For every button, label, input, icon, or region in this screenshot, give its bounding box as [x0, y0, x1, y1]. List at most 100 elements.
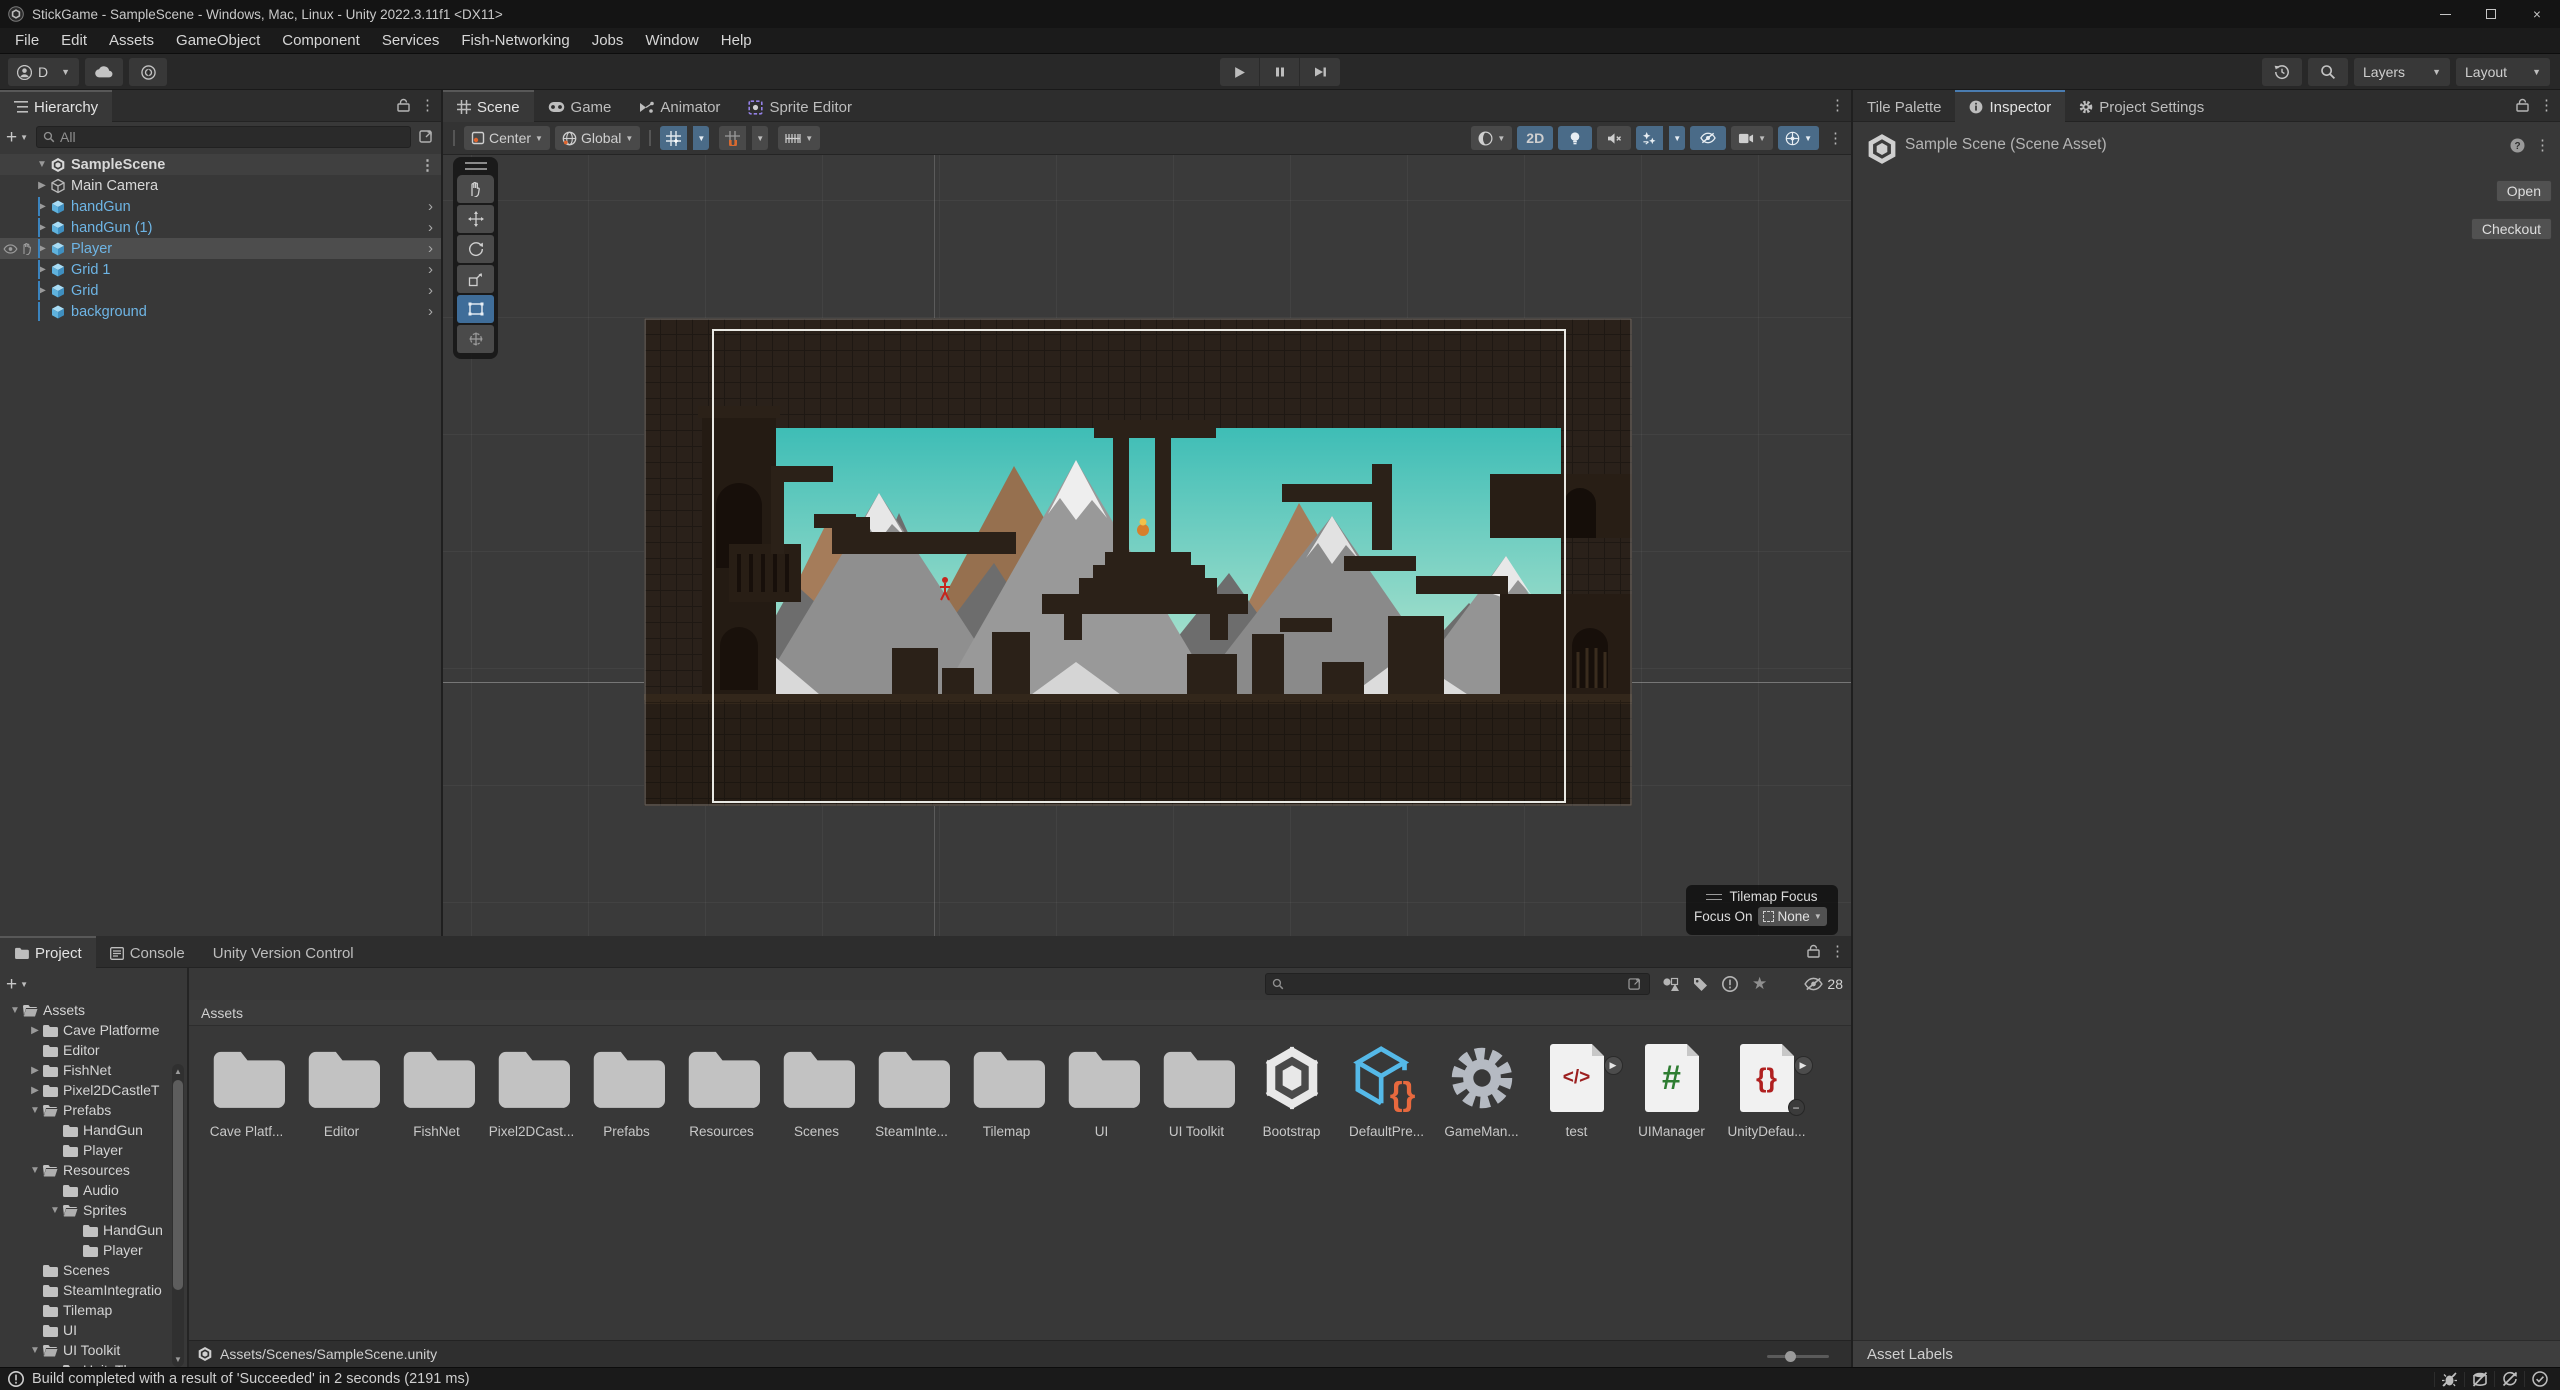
- foldout-collapsed-icon[interactable]: ▶: [34, 180, 50, 191]
- folder-tree-row[interactable]: ▶ Pixel2DCastleT: [0, 1080, 186, 1100]
- asset-item[interactable]: GameMan...: [1434, 1038, 1529, 1139]
- menu-item[interactable]: File: [4, 28, 50, 53]
- thumbnail-zoom-slider[interactable]: [1767, 1355, 1829, 1358]
- help-icon[interactable]: ?: [2510, 138, 2525, 153]
- project-search-input[interactable]: [1289, 976, 1623, 992]
- minimize-button[interactable]: [2422, 0, 2468, 28]
- lighting-toggle[interactable]: [1558, 126, 1592, 150]
- scene-picker-icon[interactable]: [419, 130, 435, 144]
- hierarchy-item[interactable]: background ›: [0, 301, 441, 322]
- undo-history-button[interactable]: [2262, 58, 2302, 86]
- foldout-collapsed-icon[interactable]: ▶: [34, 222, 50, 233]
- prefab-chevron-icon[interactable]: ›: [428, 219, 433, 236]
- project-search-box[interactable]: [1265, 973, 1650, 995]
- camera-preview-dropdown[interactable]: ▼: [1731, 126, 1773, 150]
- menu-item[interactable]: Window: [634, 28, 709, 53]
- debugger-toggle[interactable]: [2434, 1372, 2464, 1387]
- foldout-collapsed-icon[interactable]: ▶: [34, 285, 50, 296]
- scene-view-tab[interactable]: Scene: [443, 90, 534, 122]
- unity-id-button[interactable]: [129, 58, 167, 86]
- folder-tree-row[interactable]: ▼ Resources: [0, 1160, 186, 1180]
- close-button[interactable]: ×: [2514, 0, 2560, 28]
- effects-toggle[interactable]: [1636, 126, 1663, 150]
- drag-handle[interactable]: [1706, 894, 1722, 900]
- lock-icon[interactable]: [2516, 98, 2529, 112]
- asset-labels-section[interactable]: Asset Labels: [1853, 1340, 2560, 1367]
- search-everything-button[interactable]: [2308, 58, 2348, 86]
- folder-tree-row[interactable]: ▼ Prefabs: [0, 1100, 186, 1120]
- folder-tree-row[interactable]: Player: [0, 1240, 186, 1260]
- transform-tool-button[interactable]: [457, 325, 494, 353]
- search-by-type-icon[interactable]: [1662, 977, 1679, 992]
- account-button[interactable]: D ▼: [8, 58, 79, 86]
- foldout-open-icon[interactable]: ▼: [48, 1205, 62, 1216]
- hierarchy-item[interactable]: ▶ Player ›: [0, 238, 441, 259]
- hierarchy-scene-row[interactable]: ▼ SampleScene ⋮: [0, 154, 441, 175]
- menu-item[interactable]: Fish-Networking: [450, 28, 580, 53]
- inspector-tab[interactable]: Tile Palette: [1853, 90, 1955, 122]
- scene-view-tab[interactable]: Animator: [625, 90, 734, 122]
- drag-handle[interactable]: [465, 162, 487, 170]
- inspector-tab[interactable]: Inspector: [1955, 90, 2065, 122]
- hierarchy-item[interactable]: ▶ Grid 1 ›: [0, 259, 441, 280]
- asset-item[interactable]: # UIManager: [1624, 1038, 1719, 1139]
- hand-tool-button[interactable]: [457, 175, 494, 203]
- checkout-button[interactable]: Checkout: [2471, 218, 2552, 240]
- asset-item[interactable]: UI Toolkit: [1149, 1038, 1244, 1139]
- foldout-collapsed-icon[interactable]: ▶: [34, 201, 50, 212]
- scroll-down-icon[interactable]: ▼: [172, 1355, 184, 1364]
- folder-tree-row[interactable]: UI: [0, 1320, 186, 1340]
- 2d-mode-toggle[interactable]: 2D: [1517, 126, 1553, 150]
- tab-hierarchy[interactable]: Hierarchy: [0, 90, 112, 122]
- hierarchy-item[interactable]: ▶ handGun ›: [0, 196, 441, 217]
- slider-thumb[interactable]: [1785, 1351, 1796, 1362]
- play-button[interactable]: [1220, 58, 1260, 86]
- cloud-button[interactable]: [85, 58, 123, 86]
- focus-on-dropdown[interactable]: None ▼: [1758, 907, 1827, 926]
- folder-tree-row[interactable]: UnityTheme: [0, 1360, 186, 1367]
- grid-snapping-dropdown[interactable]: ▼: [693, 126, 709, 150]
- menu-item[interactable]: Component: [271, 28, 371, 53]
- scene-viewport[interactable]: Tilemap Focus Focus On None ▼: [443, 155, 1851, 936]
- asset-item[interactable]: Prefabs: [579, 1038, 674, 1139]
- scene-view-tab[interactable]: Game: [534, 90, 626, 122]
- cache-server-indicator[interactable]: [2464, 1372, 2494, 1387]
- add-gameobject-button[interactable]: + ▼: [6, 128, 28, 147]
- lock-icon[interactable]: [397, 98, 410, 112]
- expand-subasset-badge[interactable]: ▶: [1794, 1056, 1813, 1075]
- scroll-up-icon[interactable]: ▲: [172, 1067, 184, 1076]
- lock-icon[interactable]: [1807, 944, 1820, 958]
- asset-item[interactable]: {} ▶ − UnityDefau...: [1719, 1038, 1814, 1139]
- rotate-tool-button[interactable]: [457, 235, 494, 263]
- prefab-chevron-icon[interactable]: ›: [428, 240, 433, 257]
- expand-subasset-badge[interactable]: ▶: [1604, 1056, 1623, 1075]
- search-by-label-icon[interactable]: [1693, 977, 1708, 992]
- foldout-collapsed-icon[interactable]: ▶: [34, 243, 50, 254]
- folder-tree-row[interactable]: Audio: [0, 1180, 186, 1200]
- grid-visual-dropdown[interactable]: ▼: [752, 126, 768, 150]
- drag-handle[interactable]: [649, 130, 651, 146]
- asset-item[interactable]: Editor: [294, 1038, 389, 1139]
- menu-item[interactable]: Jobs: [581, 28, 635, 53]
- folder-tree-row[interactable]: ▶ FishNet: [0, 1060, 186, 1080]
- kebab-menu-icon[interactable]: ⋮: [1830, 942, 1845, 960]
- folder-tree-row[interactable]: SteamIntegratio: [0, 1280, 186, 1300]
- search-picker-icon[interactable]: [1628, 978, 1643, 991]
- grid-visual-toggle[interactable]: [719, 126, 746, 150]
- shading-mode-dropdown[interactable]: ▼: [1471, 126, 1512, 150]
- drag-handle[interactable]: [453, 130, 455, 146]
- hierarchy-item[interactable]: ▶ Grid ›: [0, 280, 441, 301]
- kebab-menu-icon[interactable]: ⋮: [1828, 129, 1843, 147]
- bottom-panel-tab[interactable]: Unity Version Control: [199, 936, 368, 968]
- kebab-menu-icon[interactable]: ⋮: [2535, 136, 2550, 154]
- folder-tree-row[interactable]: HandGun: [0, 1120, 186, 1140]
- scrollbar-thumb[interactable]: [173, 1080, 183, 1290]
- visibility-eye-icon[interactable]: [3, 244, 18, 254]
- auto-refresh-indicator[interactable]: [2494, 1371, 2524, 1387]
- asset-item[interactable]: </> ▶ test: [1529, 1038, 1624, 1139]
- bottom-panel-tab[interactable]: Project: [0, 936, 96, 968]
- folder-tree-row[interactable]: Player: [0, 1140, 186, 1160]
- foldout-collapsed-icon[interactable]: ▶: [28, 1065, 42, 1076]
- folder-tree-row[interactable]: ▶ Cave Platforme: [0, 1020, 186, 1040]
- prefab-chevron-icon[interactable]: ›: [428, 282, 433, 299]
